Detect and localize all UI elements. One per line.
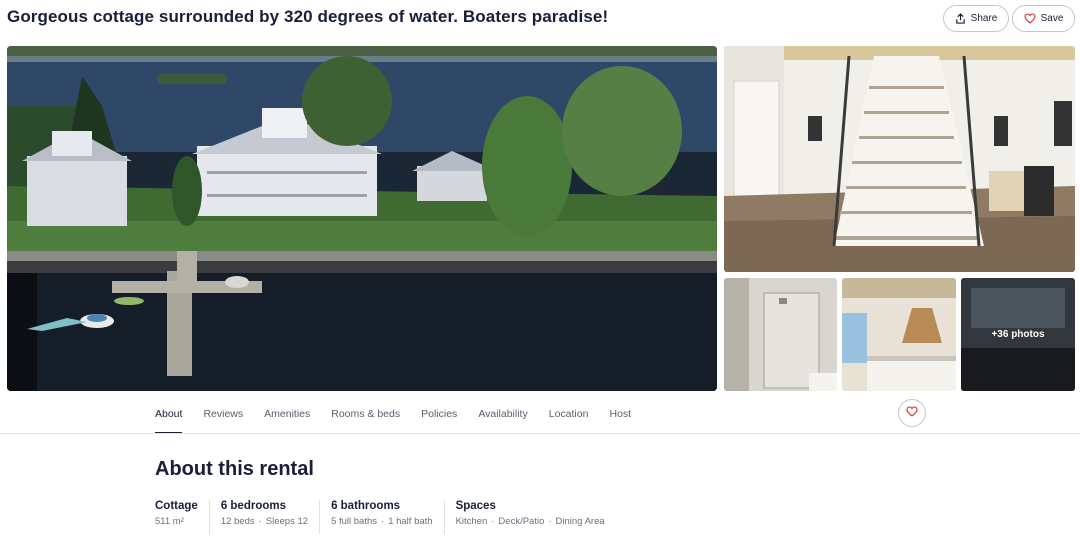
fact-details: 12 beds · Sleeps 12 <box>221 516 308 527</box>
about-heading: About this rental <box>155 458 314 480</box>
separator-dot: · <box>381 516 385 527</box>
favorite-button[interactable] <box>898 399 926 427</box>
heart-icon <box>906 404 918 422</box>
main-photo[interactable] <box>7 46 717 391</box>
bathroom-photo[interactable] <box>724 278 837 391</box>
fact-details: 5 full baths · 1 half bath <box>331 516 433 527</box>
tab-rooms-beds[interactable]: Rooms & beds <box>331 401 400 434</box>
fact-detail: 1 half bath <box>388 516 433 527</box>
fact-title: Cottage <box>155 500 198 512</box>
tab-host[interactable]: Host <box>609 401 631 434</box>
fact-detail: Sleeps 12 <box>265 516 309 527</box>
fact-title: 6 bathrooms <box>331 500 401 512</box>
fact-detail: Kitchen <box>455 516 488 527</box>
share-button[interactable]: Share <box>943 5 1009 32</box>
fact-title: 6 bedrooms <box>220 500 286 512</box>
tab-availability[interactable]: Availability <box>478 401 527 434</box>
tab-about[interactable]: About <box>155 401 183 434</box>
kitchen-photo[interactable] <box>842 278 956 391</box>
fact-detail: Deck/Patio <box>498 516 545 527</box>
section-tabs: About Reviews Amenities Rooms & beds Pol… <box>155 401 652 434</box>
tabs-divider <box>0 433 1080 434</box>
fact-detail: 12 beds <box>220 516 255 527</box>
fact-bathrooms: 6 bathrooms 5 full baths · 1 half bath <box>331 500 445 534</box>
share-label: Share <box>970 13 998 24</box>
fact-spaces: Spaces Kitchen · Deck/Patio · Dining Area <box>456 500 616 534</box>
heart-icon <box>1024 13 1036 24</box>
fact-details: 511 m² <box>155 516 198 527</box>
fact-detail: 511 m² <box>155 516 184 527</box>
save-label: Save <box>1040 13 1064 24</box>
staircase-photo[interactable] <box>724 46 1075 272</box>
share-icon <box>955 13 966 24</box>
save-button[interactable]: Save <box>1012 5 1075 32</box>
listing-title: Gorgeous cottage surrounded by 320 degre… <box>7 7 609 26</box>
tab-reviews[interactable]: Reviews <box>203 401 243 434</box>
fact-details: Kitchen · Deck/Patio · Dining Area <box>456 516 605 527</box>
property-facts: Cottage 511 m² 6 bedrooms 12 beds · Sleeps… <box>155 500 627 534</box>
fact-detail: Dining Area <box>555 516 605 527</box>
fact-title: Spaces <box>455 500 496 512</box>
separator-dot: · <box>258 516 262 527</box>
tab-policies[interactable]: Policies <box>421 401 457 434</box>
tab-location[interactable]: Location <box>549 401 589 434</box>
fact-property-type: Cottage 511 m² <box>155 500 210 534</box>
fact-bedrooms: 6 bedrooms 12 beds · Sleeps 12 <box>220 500 321 534</box>
fact-detail: 5 full baths <box>331 516 378 527</box>
more-photos-tile[interactable]: +36 photos <box>961 278 1075 391</box>
tab-amenities[interactable]: Amenities <box>264 401 310 434</box>
separator-dot: · <box>548 516 552 527</box>
more-photos-label: +36 photos <box>991 329 1045 340</box>
separator-dot: · <box>491 516 495 527</box>
